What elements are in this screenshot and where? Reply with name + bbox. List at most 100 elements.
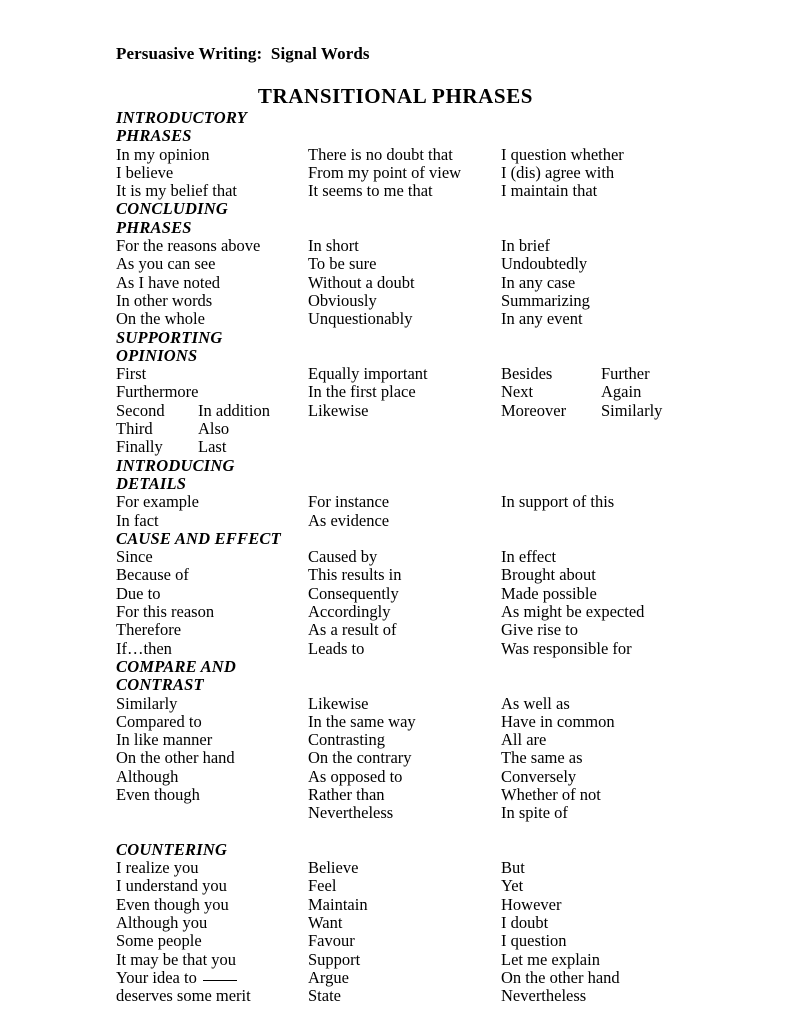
document-header: Persuasive Writing: Signal Words [116, 44, 370, 63]
phrase-cell-column-2: Unquestionably [308, 309, 413, 329]
phrase-cell-column-1: I understand you [116, 876, 227, 896]
phrase-cell-column-2: Rather than [308, 784, 385, 804]
section-heading: INTRODUCING [116, 455, 235, 475]
phrase-cell-column-1: If…then [116, 638, 172, 658]
phrase-row: Third Also [0, 419, 791, 439]
phrase-cell-column-2: From my point of view [308, 162, 462, 182]
phrase-cell-column-3: Yet [501, 876, 524, 896]
phrase-cell-column-3: Have in common [501, 711, 615, 731]
section-heading-row: DETAILS [0, 473, 791, 493]
phrase-cell-column-3: I doubt [501, 913, 549, 933]
phrase-row: First Equally important Besides Further [0, 364, 791, 384]
phrase-cell-column-3: In brief [501, 236, 551, 256]
phrase-row: In fact As evidence [0, 510, 791, 530]
phrase-cell-column-1: First [116, 364, 147, 384]
phrase-cell-column-1: For example [116, 492, 199, 512]
phrase-row: Due to Consequently Made possible [0, 584, 791, 603]
section-heading-row: PHRASES [0, 218, 791, 237]
phrase-cell-column-1: Your idea to [116, 968, 237, 987]
phrase-cell-column-2: Feel [308, 876, 337, 896]
section-heading-row: OPINIONS [0, 345, 791, 365]
section-heading: CONCLUDING [116, 199, 229, 219]
phrase-cell-column-1: In other words [116, 290, 213, 310]
phrase-cell-column-1: Although you [116, 913, 208, 933]
phrase-cell-column-2: Likewise [308, 693, 369, 713]
section-heading-row: INTRODUCTORY [0, 108, 791, 127]
phrase-cell-column-2: Likewise [308, 400, 369, 420]
section-heading-row: SUPPORTING [0, 327, 791, 347]
phrase-cell-column-3-sub: Similarly [601, 400, 663, 420]
phrase-row: Therefore As a result of Give rise to [0, 621, 791, 640]
phrase-cell-column-3: Nevertheless [501, 986, 587, 1006]
phrase-row: For this reason Accordingly As might be ex… [0, 602, 791, 622]
phrase-cell-column-3: Besides [501, 364, 553, 384]
phrase-cell-column-2: Caused by [308, 547, 378, 567]
phrase-row: Because of This results in Brought about [0, 565, 791, 585]
section-heading: PHRASES [116, 126, 192, 146]
page-title: TRANSITIONAL PHRASES [257, 84, 534, 108]
phrase-cell-column-3-sub: Again [601, 382, 642, 402]
phrase-cell-column-3: I question whether [501, 144, 624, 164]
phrase-cell-column-1: Third [116, 419, 153, 439]
phrase-cell-column-1: Second [116, 400, 165, 420]
section-heading: DETAILS [116, 473, 187, 493]
phrase-cell-column-2: To be sure [308, 254, 377, 274]
phrase-cell-column-1: As you can see [116, 254, 216, 274]
phrase-cell-column-2: Without a doubt [308, 272, 415, 292]
phrase-cell-column-2: Maintain [308, 894, 368, 914]
phrase-cell-column-3: In any case [501, 272, 576, 292]
section-heading-row: CONTRAST [0, 675, 791, 694]
phrase-cell-column-2: There is no doubt that [308, 144, 453, 164]
phrase-row: As I have noted Without a doubt In any cas… [0, 272, 791, 292]
phrase-cell-column-2: In the same way [308, 711, 416, 731]
phrase-row: I realize you Believe But [0, 858, 791, 878]
phrase-cell-column-1: Even though [116, 784, 200, 804]
phrase-cell-column-1: It is my belief that [116, 181, 237, 201]
phrase-row: Nevertheless In spite of [0, 803, 791, 822]
phrase-row: Some people Favour I question [0, 931, 791, 951]
section-heading-row: COMPARE AND [0, 656, 791, 676]
phrase-cell-column-1-sub: In addition [198, 400, 270, 420]
section-heading: COUNTERING [116, 839, 228, 859]
phrase-cell-column-2: On the contrary [308, 748, 412, 768]
section-heading: COMPARE AND [116, 656, 237, 676]
phrase-cell-column-3: I question [501, 931, 567, 951]
section-heading-row: CONCLUDING [0, 199, 791, 219]
phrase-row: It may be that you Support Let me explain [0, 949, 791, 969]
phrase-cell-column-3: Moreover [501, 400, 567, 420]
phrase-cell-column-1: Because of [116, 565, 189, 585]
phrase-row: Furthermore In the first place Next Again [0, 382, 791, 402]
section-heading-row: COUNTERING [0, 839, 791, 859]
phrase-cell-column-3: In support of this [501, 492, 615, 512]
phrase-cell-column-2: State [308, 986, 341, 1006]
phrase-row: I believe From my point of view I (dis) ag… [0, 162, 791, 182]
phrase-cell-column-3: However [501, 894, 562, 914]
phrase-cell-column-2: Support [308, 949, 361, 969]
phrase-cell-column-2: This results in [308, 565, 402, 585]
phrase-cell-column-2: Accordingly [308, 602, 391, 622]
phrase-cell-column-3: Summarizing [501, 290, 590, 310]
phrase-cell-column-2: As evidence [308, 510, 390, 530]
phrase-row: For the reasons above In short In brief [0, 236, 791, 256]
phrase-cell-column-3: Was responsible for [501, 638, 632, 658]
phrase-cell-column-3-sub: Further [601, 364, 650, 384]
phrase-cell-column-1: Since [116, 547, 153, 567]
phrase-cell-column-3: As well as [501, 693, 570, 713]
phrase-cell-column-2: For instance [308, 492, 390, 512]
phrase-cell-column-2: Leads to [308, 638, 365, 658]
phrase-row: Your idea to Argue On the other hand [0, 968, 791, 987]
section-heading: SUPPORTING [116, 327, 223, 347]
phrase-cell-column-1-sub: Last [198, 437, 227, 457]
phrase-cell-column-3: But [501, 858, 525, 878]
phrase-cell-column-3: The same as [501, 748, 583, 768]
phrase-cell-column-3: As might be expected [501, 602, 645, 622]
phrase-row: Since Caused by In effect [0, 547, 791, 567]
phrase-cell-column-3: Undoubtedly [501, 254, 588, 274]
phrase-row: On the whole Unquestionably In any event [0, 309, 791, 329]
phrase-row: For example For instance In support of thi… [0, 492, 791, 512]
phrase-row: Second In addition Likewise Moreover Similar… [0, 400, 791, 420]
phrase-cell-column-3: All are [501, 730, 547, 750]
section-heading: OPINIONS [116, 345, 198, 365]
phrase-cell-column-1: In my opinion [116, 144, 210, 164]
